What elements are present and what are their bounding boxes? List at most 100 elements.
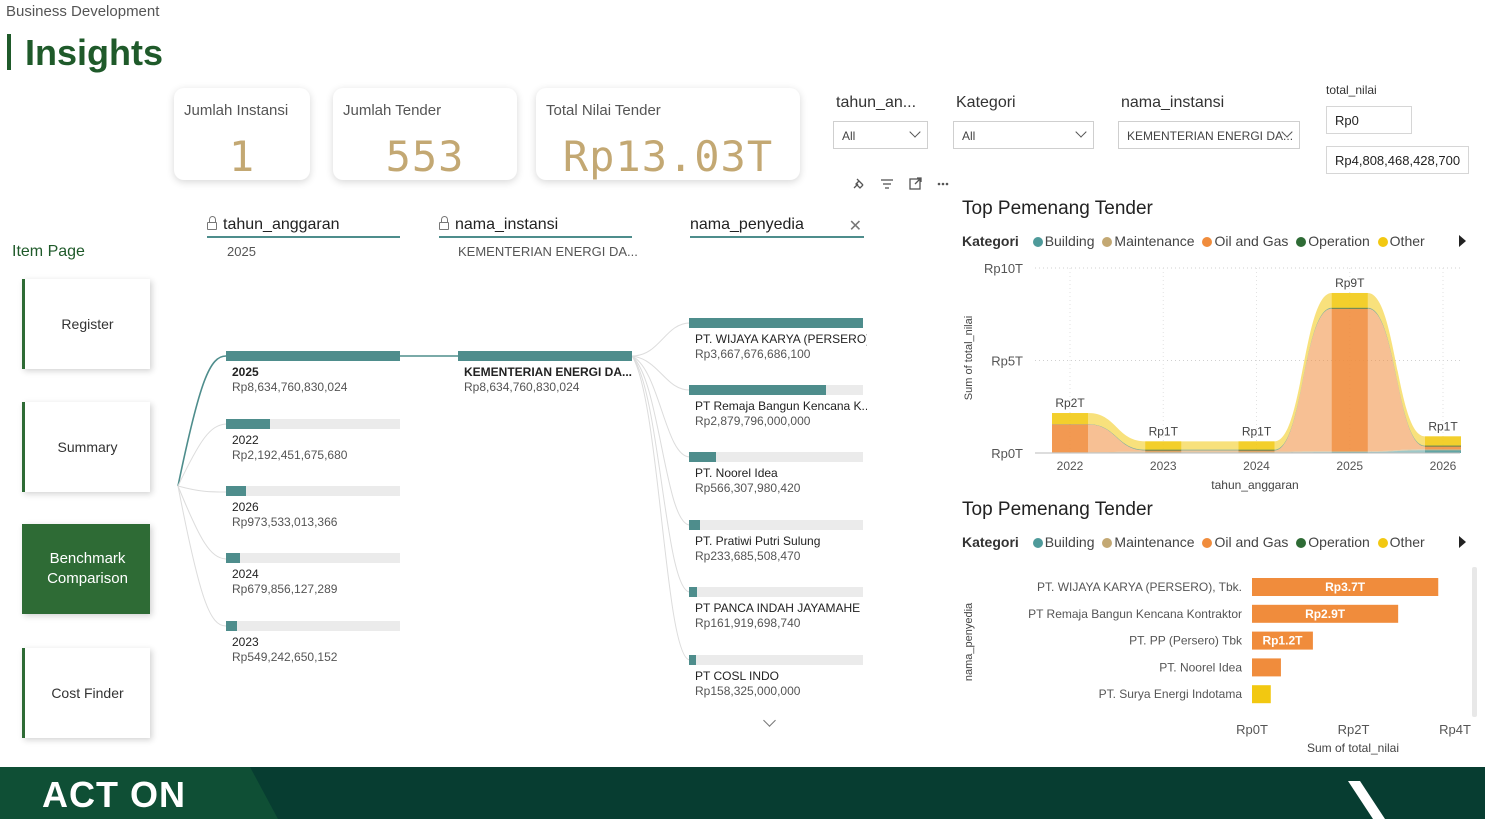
decomp-node-penyedia[interactable]: PT. Pratiwi Putri Sulung Rp233,685,508,47… xyxy=(689,520,869,568)
legend-next-arrow-icon[interactable] xyxy=(1459,536,1466,548)
node-track xyxy=(226,486,400,496)
area-chart[interactable]: Rp10T Rp5T Rp0T 2022 2023 2024 2025 2026 tahun_a… xyxy=(955,258,1475,498)
connector xyxy=(631,355,691,593)
node-track xyxy=(689,655,863,665)
node-bar xyxy=(689,318,863,328)
decomp-node-penyedia[interactable]: PT COSL INDO Rp158,325,000,000 xyxy=(689,655,869,703)
bar-chart[interactable]: nama_penyedia PT. WIJAYA KARYA (PERSERO),… xyxy=(955,562,1480,762)
legend-swatch xyxy=(1102,538,1113,548)
node-bar xyxy=(226,419,271,429)
slicer-dropdown-tahun[interactable]: All xyxy=(833,121,928,149)
slicer-dropdown-kategori[interactable]: All xyxy=(953,121,1094,149)
page-title: Insights xyxy=(7,32,163,74)
decomp-node-year[interactable]: 2024 Rp679,856,127,289 xyxy=(226,553,406,601)
pin-icon[interactable] xyxy=(853,178,864,189)
scroll-down-chevron-icon[interactable] xyxy=(763,714,779,730)
data-label: Rp2.9T xyxy=(1305,607,1346,621)
legend-item[interactable]: Other xyxy=(1390,534,1425,550)
decomp-node-year[interactable]: 2026 Rp973,533,013,366 xyxy=(226,486,406,534)
x-tick-label: 2023 xyxy=(1150,459,1177,473)
connector-active xyxy=(177,355,227,487)
area-point-band xyxy=(1331,451,1368,453)
total-nilai-min-input[interactable]: Rp0 xyxy=(1326,106,1412,134)
x-tick-label: 2025 xyxy=(1336,459,1363,473)
node-value: Rp566,307,980,420 xyxy=(695,481,801,495)
area-point-band xyxy=(1331,292,1368,308)
decomp-node-instansi[interactable]: KEMENTERIAN ENERGI DA... Rp8,634,760,830,… xyxy=(458,351,638,399)
legend-item[interactable]: Oil and Gas xyxy=(1214,233,1288,249)
node-label: 2022 xyxy=(232,433,259,447)
legend-item[interactable]: Oil and Gas xyxy=(1214,534,1288,550)
node-track xyxy=(226,553,400,563)
data-label: Rp3.7T xyxy=(1325,580,1366,594)
data-label: Rp1.2T xyxy=(1262,634,1303,648)
legend-item[interactable]: Operation xyxy=(1308,534,1369,550)
legend-swatch xyxy=(1296,237,1307,247)
nav-button-benchmark[interactable]: Benchmark Comparison xyxy=(22,524,150,614)
page-title-text: Insights xyxy=(25,32,164,73)
visual-header-icons xyxy=(850,176,950,192)
area-point-band xyxy=(1238,449,1275,451)
decomp-node-penyedia[interactable]: PT. WIJAYA KARYA (PERSERO),... Rp3,667,67… xyxy=(689,318,869,366)
node-track xyxy=(226,621,400,631)
node-bar xyxy=(458,351,632,361)
legend-item[interactable]: Building xyxy=(1045,534,1095,550)
more-options-icon[interactable] xyxy=(937,182,949,186)
lock-icon xyxy=(439,216,449,230)
node-bar xyxy=(689,655,697,665)
kpi-card-tender: Jumlah Tender 553 xyxy=(333,88,517,181)
y-axis-title: Sum of total_nilai xyxy=(963,316,975,400)
node-value: Rp233,685,508,470 xyxy=(695,549,801,563)
node-label: 2026 xyxy=(232,500,259,514)
kpi-label: Total Nilai Tender xyxy=(546,102,661,119)
decomp-node-year[interactable]: 2022 Rp2,192,451,675,680 xyxy=(226,419,406,467)
legend-item[interactable]: Building xyxy=(1045,233,1095,249)
y-tick-label: Rp10T xyxy=(984,261,1023,276)
total-nilai-max-input[interactable]: Rp4,808,468,428,700 xyxy=(1326,146,1469,174)
decomp-col-head-penyedia: nama_penyedia ✕ xyxy=(690,216,864,238)
legend-swatch xyxy=(1296,538,1307,548)
kpi-card-total-nilai: Total Nilai Tender Rp13.03T xyxy=(536,88,800,181)
node-label: KEMENTERIAN ENERGI DA... xyxy=(464,365,633,379)
decomp-node-penyedia[interactable]: PT PANCA INDAH JAYAMAHE Rp161,919,698,740 xyxy=(689,587,869,635)
legend-item[interactable]: Operation xyxy=(1308,233,1369,249)
slicer-dropdown-instansi[interactable]: KEMENTERIAN ENERGI DA... xyxy=(1118,121,1300,149)
footer-slash-mark xyxy=(1348,781,1385,819)
legend-swatch xyxy=(1032,538,1043,548)
decomp-node-penyedia[interactable]: PT. Noorel Idea Rp566,307,980,420 xyxy=(689,452,869,500)
chevron-down-icon xyxy=(909,126,921,138)
connector xyxy=(177,485,227,627)
nav-button-register[interactable]: Register xyxy=(22,279,150,369)
data-label: Rp1T xyxy=(1149,424,1179,438)
title-accent-bar xyxy=(7,34,11,70)
legend-item[interactable]: Maintenance xyxy=(1114,534,1194,550)
nav-button-cost-finder[interactable]: Cost Finder xyxy=(22,648,150,738)
chart-title-area: Top Pemenang Tender xyxy=(962,198,1153,219)
focus-mode-icon[interactable] xyxy=(909,177,922,190)
breadcrumb: Business Development xyxy=(6,3,160,20)
area-point-band xyxy=(1052,413,1088,425)
node-bar xyxy=(689,587,697,597)
slicer-label-tahun: tahun_an... xyxy=(836,94,917,111)
nav-button-summary[interactable]: Summary xyxy=(22,402,150,492)
connector xyxy=(631,355,691,526)
area-point-band xyxy=(1145,451,1182,453)
x-tick-label: Rp0T xyxy=(1236,722,1268,737)
filter-icon[interactable] xyxy=(881,179,893,189)
legend-item[interactable]: Other xyxy=(1390,233,1425,249)
nav-button-label: Register xyxy=(61,316,114,332)
decomp-node-year[interactable]: 2023 Rp549,242,650,152 xyxy=(226,621,406,669)
legend-next-arrow-icon[interactable] xyxy=(1459,235,1466,247)
y-category-label: PT Remaja Bangun Kencana Kontraktor xyxy=(1028,607,1242,621)
connector xyxy=(631,322,691,357)
dropdown-value: KEMENTERIAN ENERGI DA... xyxy=(1127,129,1294,143)
decomp-node-year[interactable]: 2025 Rp8,634,760,830,024 xyxy=(226,351,406,399)
slicer-label-kategori: Kategori xyxy=(956,94,1016,111)
y-category-label: PT. PP (Persero) Tbk xyxy=(1129,634,1243,648)
decomp-node-penyedia[interactable]: PT Remaja Bangun Kencana K... Rp2,879,796… xyxy=(689,385,869,433)
x-tick-label: 2024 xyxy=(1243,459,1270,473)
legend-item[interactable]: Maintenance xyxy=(1114,233,1194,249)
close-icon[interactable]: ✕ xyxy=(849,216,862,236)
area-point-band xyxy=(1238,451,1275,453)
chart-legend-area: Kategori Building Maintenance Oil and Ga… xyxy=(962,233,1425,249)
